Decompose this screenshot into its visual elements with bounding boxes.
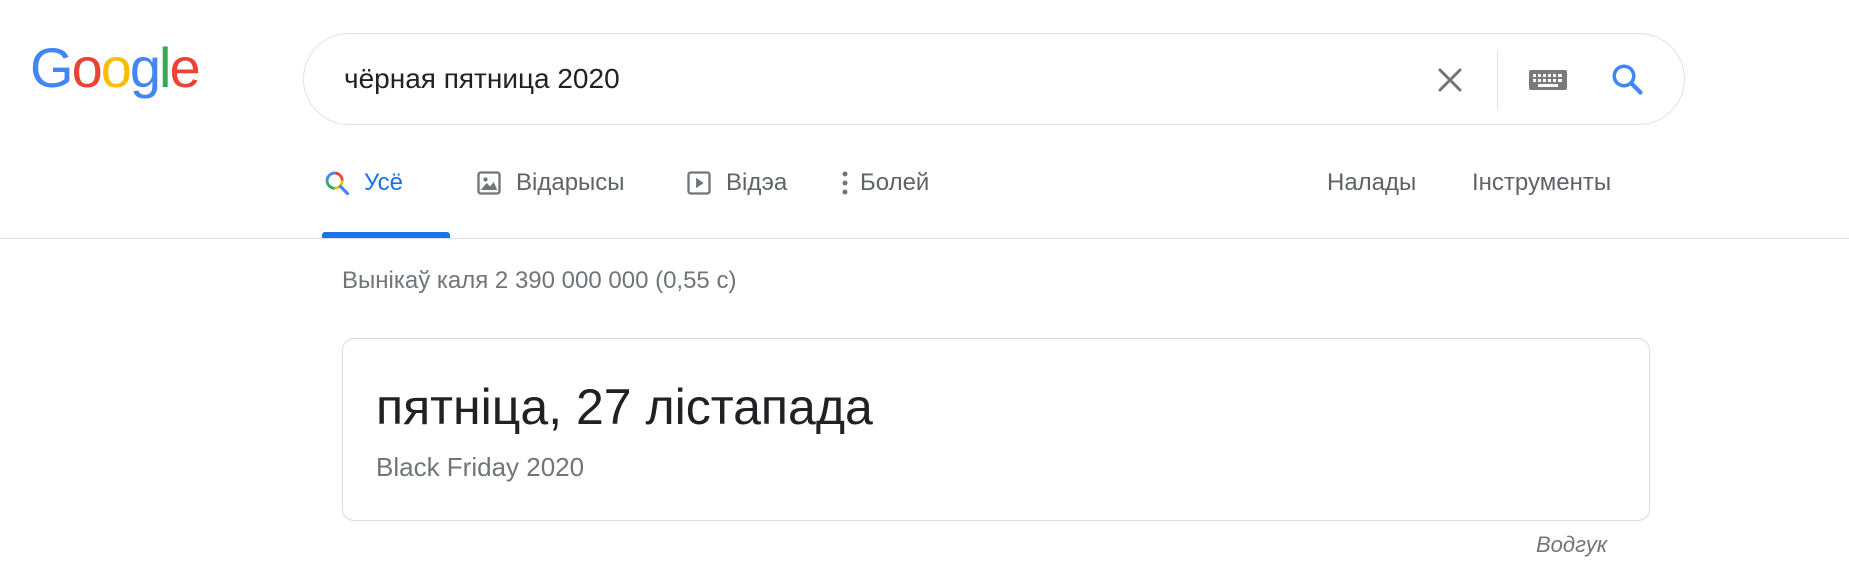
search-input[interactable]	[344, 34, 1404, 124]
tab-images-label: Відарысы	[516, 169, 625, 196]
tab-tools[interactable]: Інструменты	[1472, 168, 1611, 198]
image-icon	[474, 168, 504, 198]
logo-letter-g2: g	[129, 36, 161, 99]
logo-letter-g: G	[30, 36, 74, 99]
tabs-divider	[0, 238, 1849, 239]
multicolor-search-icon	[322, 168, 352, 198]
close-icon	[1438, 68, 1462, 92]
feedback-link[interactable]: Водгук	[1536, 531, 1607, 559]
google-logo[interactable]: Google	[30, 36, 201, 99]
tab-more[interactable]: Болей	[838, 168, 929, 238]
tab-images[interactable]: Відарысы	[474, 168, 625, 238]
answer-subtitle: Black Friday 2020	[376, 452, 585, 482]
logo-letter-o2: o	[100, 36, 132, 99]
tab-videos-label: Відэа	[726, 169, 788, 196]
result-stats: Вынікаў каля 2 390 000 000 (0,55 с)	[342, 267, 737, 294]
play-icon	[684, 168, 714, 198]
search-icon	[1612, 64, 1643, 95]
logo-letter-o1: o	[71, 36, 103, 99]
search-box	[303, 33, 1685, 125]
more-vert-icon	[838, 168, 852, 198]
keyboard-button[interactable]	[1526, 61, 1570, 99]
search-divider	[1497, 50, 1498, 110]
tab-more-label: Болей	[860, 169, 930, 196]
tab-videos[interactable]: Відэа	[684, 168, 787, 238]
tab-all-label: Усё	[364, 169, 403, 196]
tab-settings[interactable]: Налады	[1327, 168, 1416, 198]
answer-title: пятніца, 27 лістапада	[376, 379, 873, 435]
logo-letter-e: e	[169, 36, 200, 99]
search-button[interactable]	[1604, 56, 1650, 102]
answer-card: пятніца, 27 лістапада Black Friday 2020	[342, 338, 1650, 521]
tab-all[interactable]: Усё	[322, 168, 450, 238]
logo-letter-l: l	[159, 36, 172, 99]
clear-search-button[interactable]	[1429, 59, 1471, 101]
keyboard-icon	[1529, 70, 1567, 90]
